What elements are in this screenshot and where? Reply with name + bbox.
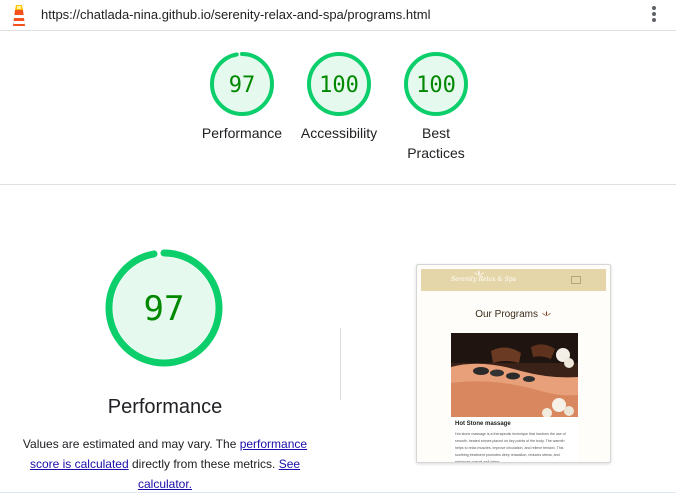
note-text: Values are estimated and may vary. The (22, 437, 240, 451)
performance-gauge-ring: 97 (210, 52, 274, 116)
thumb-site-header: Serenity Relax & Spa (421, 269, 606, 291)
performance-score: 97 (144, 289, 185, 329)
gauge-score: 100 (416, 73, 456, 98)
performance-score-gauge: 97 (105, 249, 223, 367)
bottom-border (0, 492, 676, 493)
gauge-label: Accessibility (300, 125, 378, 141)
program-card: Hot Stone massage Hot stone massage is a… (451, 333, 578, 463)
thumb-card-text: Hot stone massage is a therapeutic techn… (455, 432, 566, 463)
site-logo: Serenity Relax & Spa (451, 276, 517, 283)
gauge-score: 97 (229, 73, 256, 98)
menu-icon (571, 276, 581, 284)
performance-title: Performance (107, 396, 223, 418)
url-bar: https://chatlada-nina.github.io/serenity… (0, 0, 676, 31)
thumb-heading: Our Programs (417, 309, 610, 320)
page-url[interactable]: https://chatlada-nina.github.io/serenity… (41, 7, 430, 22)
hot-stone-photo (451, 333, 578, 417)
more-vert-icon[interactable] (648, 6, 660, 26)
gauge-label: Best Practices (391, 123, 481, 163)
gauge-label-line: Best (421, 125, 450, 141)
lighthouse-logo-icon (13, 5, 25, 26)
gauge-label-line: Practices (407, 145, 465, 161)
best-practices-gauge-ring: 100 (404, 52, 468, 116)
vertical-divider (340, 328, 341, 400)
thumb-heading-text: Our Programs (475, 309, 538, 320)
final-screenshot[interactable]: Serenity Relax & Spa Our Programs Hot St… (416, 264, 611, 463)
note-text: directly from these metrics. (128, 457, 279, 471)
gauge-label: Performance (201, 125, 283, 141)
thumb-card-title: Hot Stone massage (455, 421, 511, 427)
gauge-accessibility[interactable]: 100 Accessibility (294, 51, 384, 143)
gauge-score: 100 (319, 73, 359, 98)
gauge-performance[interactable]: 97 Performance (197, 51, 287, 143)
score-summary: 97 Performance 100 Accessibility 100 Bes… (0, 31, 676, 185)
accessibility-gauge-ring: 100 (307, 52, 371, 116)
score-note: Values are estimated and may vary. The p… (12, 434, 318, 494)
gauge-best-practices[interactable]: 100 Best Practices (391, 51, 481, 163)
lotus-icon (541, 310, 551, 317)
